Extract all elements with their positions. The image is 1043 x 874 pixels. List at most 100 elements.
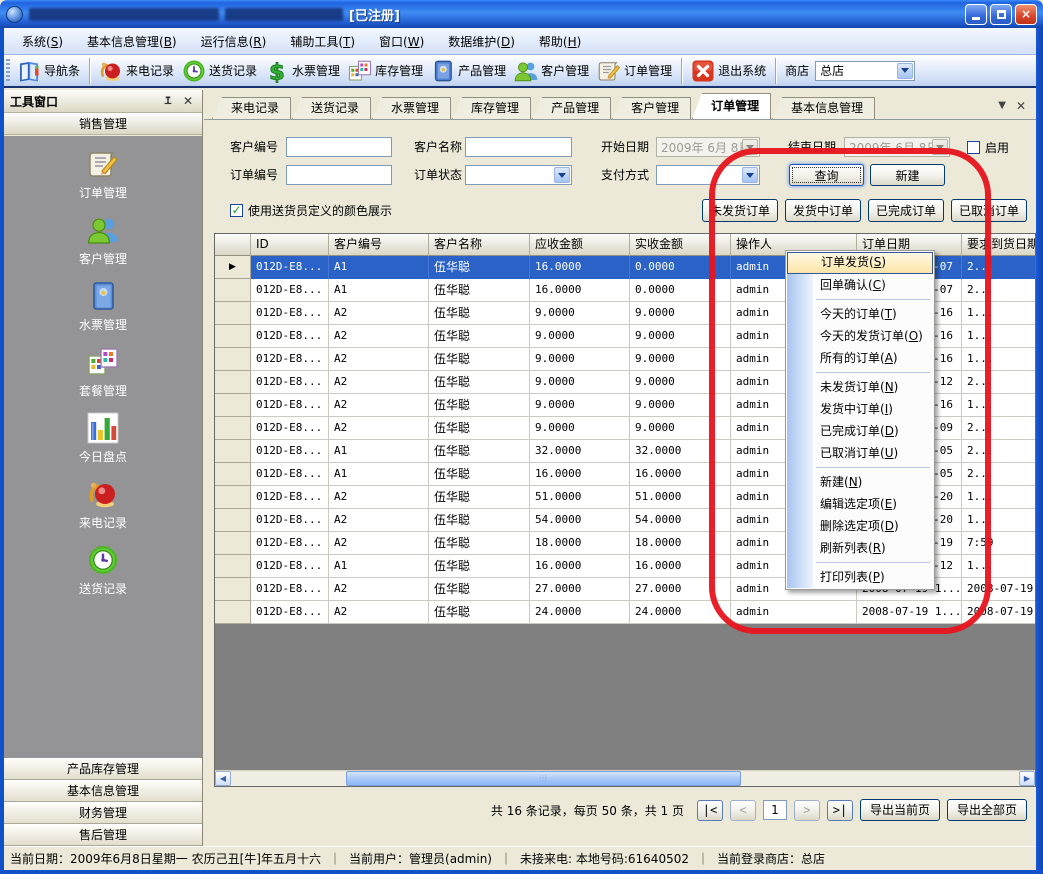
driver-color-checkbox[interactable]: ✓ 使用送货员定义的颜色展示 (230, 200, 392, 220)
tab-list-dropdown-icon[interactable]: ▼ (998, 100, 1006, 111)
toolbar-grip[interactable] (6, 59, 10, 83)
row-header-cell (215, 440, 251, 463)
next-page-button[interactable]: > (794, 800, 820, 821)
first-page-button[interactable]: |< (697, 800, 723, 821)
maximize-button[interactable] (990, 4, 1012, 25)
status-filter-button-已完成订单[interactable]: 已完成订单 (868, 199, 944, 222)
toolbar-button-产品管理[interactable]: 产品管理 (427, 57, 510, 85)
toolbar-button-送货记录[interactable]: 送货记录 (178, 57, 261, 85)
table-row[interactable]: 012D-E8...A2伍华聪24.000024.0000admin2008-0… (215, 601, 1035, 624)
scroll-right-icon[interactable]: ▶ (1019, 771, 1035, 786)
context-menu-item-未发货订单(N)[interactable]: 未发货订单(N) (787, 376, 933, 398)
toolbar-button-库存管理[interactable]: 库存管理 (344, 57, 427, 85)
context-menu-item-今天的订单(T)[interactable]: 今天的订单(T) (787, 303, 933, 325)
tab-送货记录[interactable]: 送货记录 (292, 97, 371, 119)
status-filter-button-未发货订单[interactable]: 未发货订单 (702, 199, 778, 222)
cell-customer_no: A2 (329, 348, 429, 371)
toolbar-button-导航条[interactable]: 导航条 (13, 57, 84, 85)
column-header-客户编号[interactable]: 客户编号 (329, 234, 429, 256)
sidebar-group-sales[interactable]: 销售管理 (4, 113, 202, 135)
tab-库存管理[interactable]: 库存管理 (452, 97, 531, 119)
context-menu-item-回单确认(C)[interactable]: 回单确认(C) (787, 274, 933, 296)
tab-close-icon[interactable]: ✕ (1016, 99, 1026, 113)
tab-基本信息管理[interactable]: 基本信息管理 (772, 97, 875, 119)
context-menu-item-订单发货(S)[interactable]: 订单发货(S) (787, 252, 933, 274)
sidebar-group-财务管理[interactable]: 财务管理 (4, 802, 202, 824)
cell-customer_no: A1 (329, 463, 429, 486)
sidebar-item-订单管理[interactable]: 订单管理 (79, 148, 127, 201)
context-menu-item-已取消订单(U)[interactable]: 已取消订单(U) (787, 442, 933, 464)
pay-method-select[interactable] (656, 165, 760, 185)
scroll-left-icon[interactable]: ◀ (215, 771, 231, 786)
last-page-button[interactable]: >| (827, 800, 853, 821)
context-menu-item-所有的订单(A)[interactable]: 所有的订单(A) (787, 347, 933, 369)
menubar-item-6[interactable]: 数据维护(D) (436, 29, 527, 54)
column-header-客户名称[interactable]: 客户名称 (429, 234, 530, 256)
sidebar-item-今日盘点[interactable]: 今日盘点 (79, 412, 127, 465)
scrollbar-thumb[interactable]: ⦙⦙⦙ (346, 771, 741, 786)
menubar-item-7[interactable]: 帮助(H) (527, 29, 593, 54)
menubar-item-4[interactable]: 辅助工具(T) (278, 29, 367, 54)
shop-select[interactable]: 总店 (815, 61, 915, 81)
pin-icon[interactable] (160, 93, 176, 109)
context-menu-item-已完成订单(D)[interactable]: 已完成订单(D) (787, 420, 933, 442)
status-filter-button-已取消订单[interactable]: 已取消订单 (951, 199, 1027, 222)
menubar-item-3[interactable]: 运行信息(R) (189, 29, 279, 54)
cell-required_date: 1... (962, 394, 1036, 417)
context-menu-item-删除选定项(D)[interactable]: 删除选定项(D) (787, 515, 933, 537)
start-date-picker[interactable]: 2009年 6月 8日 (656, 137, 760, 157)
tab-产品管理[interactable]: 产品管理 (532, 97, 611, 119)
status-filter-button-发货中订单[interactable]: 发货中订单 (785, 199, 861, 222)
tab-订单管理[interactable]: 订单管理 (692, 93, 771, 119)
sidebar-group-基本信息管理[interactable]: 基本信息管理 (4, 780, 202, 802)
toolbar-button-水票管理[interactable]: $水票管理 (261, 57, 344, 85)
toolbar-button-客户管理[interactable]: 客户管理 (510, 57, 593, 85)
toolbar-button-来电记录[interactable]: 来电记录 (95, 57, 178, 85)
customer-no-input[interactable] (286, 137, 392, 157)
sidebar-item-来电记录[interactable]: 来电记录 (79, 478, 127, 531)
column-header-应收金额[interactable]: 应收金额 (530, 234, 630, 256)
horizontal-scrollbar[interactable]: ◀ ⦙⦙⦙ ▶ (215, 770, 1035, 786)
sidebar-item-送货记录[interactable]: 送货记录 (79, 544, 127, 597)
menubar-item-1[interactable]: 系统(S) (10, 29, 75, 54)
context-menu-item-发货中订单(I)[interactable]: 发货中订单(I) (787, 398, 933, 420)
sidebar-item-套餐管理[interactable]: 套餐管理 (79, 346, 127, 399)
prev-page-button[interactable]: < (730, 800, 756, 821)
query-button[interactable]: 查询 (789, 164, 864, 186)
close-button[interactable]: × (1015, 4, 1037, 25)
order-state-select[interactable] (465, 165, 572, 185)
context-menu-item-刷新列表(R)[interactable]: 刷新列表(R) (787, 537, 933, 559)
scrollbar-track[interactable]: ⦙⦙⦙ (231, 771, 1019, 786)
minimize-button[interactable] (965, 4, 987, 25)
context-menu-item-打印列表(P)[interactable]: 打印列表(P) (787, 566, 933, 588)
sidebar-group-产品库存管理[interactable]: 产品库存管理 (4, 758, 202, 780)
toolbar-button-退出系统[interactable]: 退出系统 (687, 57, 770, 85)
toolbar-button-label: 客户管理 (541, 62, 589, 79)
column-header-要求到货日期[interactable]: 要求到货日期 (962, 234, 1036, 256)
tab-客户管理[interactable]: 客户管理 (612, 97, 691, 119)
tab-水票管理[interactable]: 水票管理 (372, 97, 451, 119)
context-menu-item-编辑选定项(E)[interactable]: 编辑选定项(E) (787, 493, 933, 515)
tab-来电记录[interactable]: 来电记录 (212, 97, 291, 119)
export-current-page-button[interactable]: 导出当前页 (860, 799, 940, 821)
cell-receivable: 16.0000 (530, 555, 630, 578)
column-header-实收金额[interactable]: 实收金额 (630, 234, 731, 256)
order-no-input[interactable] (286, 165, 392, 185)
context-menu-item-今天的发货订单(O)[interactable]: 今天的发货订单(O) (787, 325, 933, 347)
menubar-item-5[interactable]: 窗口(W) (367, 29, 436, 54)
sidebar-item-客户管理[interactable]: 客户管理 (79, 214, 127, 267)
sidebar-group-售后管理[interactable]: 售后管理 (4, 824, 202, 846)
export-all-pages-button[interactable]: 导出全部页 (947, 799, 1027, 821)
end-date-picker[interactable]: 2009年 6月 8日 (844, 137, 950, 157)
minimize-icon (972, 17, 980, 20)
enable-date-checkbox[interactable]: 启用 (967, 137, 1009, 157)
menubar-item-2[interactable]: 基本信息管理(B) (75, 29, 189, 54)
new-button[interactable]: 新建 (870, 164, 945, 186)
context-menu-item-新建(N)[interactable]: 新建(N) (787, 471, 933, 493)
sidebar-item-水票管理[interactable]: 水票管理 (79, 280, 127, 333)
customer-name-input[interactable] (465, 137, 572, 157)
column-header-ID[interactable]: ID (251, 234, 329, 256)
toolbar-button-订单管理[interactable]: 订单管理 (593, 57, 676, 85)
sidebar-close-icon[interactable]: ✕ (180, 93, 196, 109)
page-number-input[interactable]: 1 (763, 800, 787, 820)
